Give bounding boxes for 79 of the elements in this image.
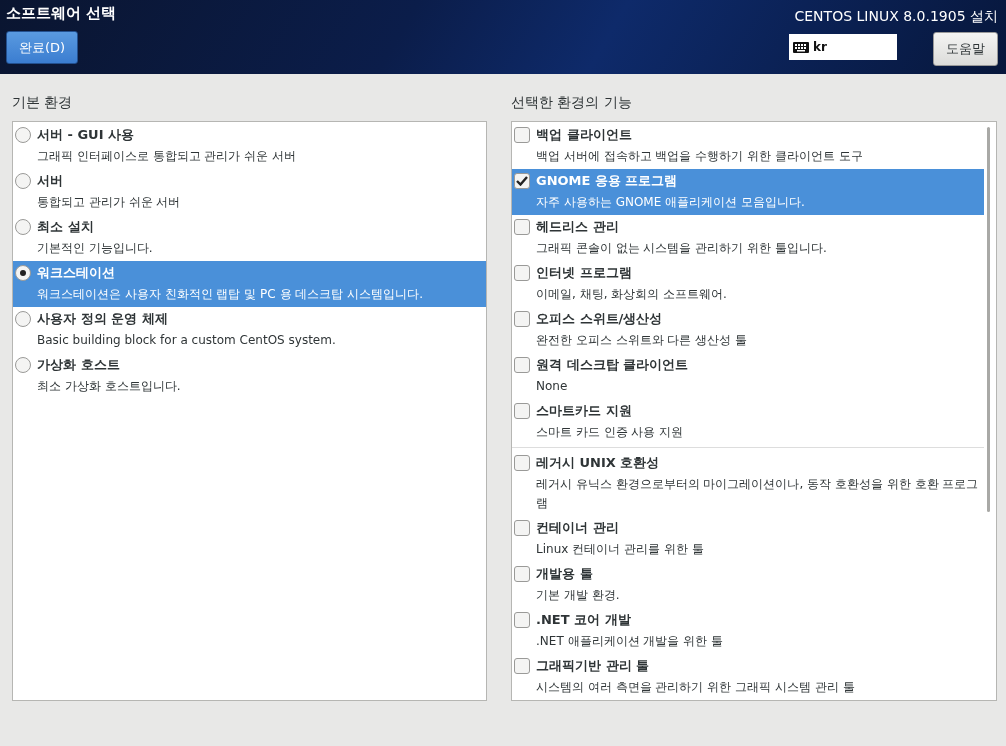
radio-button[interactable] — [15, 173, 31, 189]
keyboard-layout-field[interactable]: kr — [789, 34, 897, 60]
option-description: 최소 가상화 호스트입니다. — [37, 378, 181, 395]
radio-button[interactable] — [15, 219, 31, 235]
option-description: Basic building block for a custom CentOS system. — [37, 332, 336, 349]
addon-option[interactable]: 헤드리스 관리 그래픽 콘솔이 없는 시스템을 관리하기 위한 툴입니다. — [512, 215, 984, 261]
option-title: 워크스테이션 — [37, 264, 116, 282]
addon-option[interactable]: 원격 데스크탑 클라이언트 None — [512, 353, 984, 399]
option-title: 최소 설치 — [37, 218, 95, 236]
checkbox[interactable] — [514, 357, 530, 373]
option-title: 오피스 스위트/생산성 — [536, 310, 664, 328]
keyboard-icon — [793, 41, 809, 53]
checkbox[interactable] — [514, 311, 530, 327]
radio-button[interactable] — [15, 357, 31, 373]
option-title: 원격 데스크탑 클라이언트 — [536, 356, 689, 374]
option-description: 자주 사용하는 GNOME 애플리케이션 모음입니다. — [536, 194, 805, 211]
environment-option[interactable]: 가상화 호스트 최소 가상화 호스트입니다. — [13, 353, 486, 399]
option-description: 기본적인 기능입니다. — [37, 240, 153, 257]
option-title: 헤드리스 관리 — [536, 218, 620, 236]
environment-option[interactable]: 서버 통합되고 관리가 쉬운 서버 — [13, 169, 486, 215]
environment-option[interactable]: 최소 설치 기본적인 기능입니다. — [13, 215, 486, 261]
addon-option[interactable]: 백업 클라이언트 백업 서버에 접속하고 백업을 수행하기 위한 클라이언트 도구 — [512, 123, 984, 169]
option-title: 서버 — [37, 172, 64, 190]
addon-option[interactable]: .NET 코어 개발 .NET 애플리케이션 개발을 위한 툴 — [512, 608, 984, 654]
option-title: 스마트카드 지원 — [536, 402, 633, 420]
checkbox[interactable] — [514, 566, 530, 582]
section-heading: 선택한 환경의 기능 — [511, 94, 633, 112]
checkbox[interactable] — [514, 173, 530, 189]
radio-button[interactable] — [15, 127, 31, 143]
product-title: CENTOS LINUX 8.0.1905 설치 — [794, 8, 998, 26]
addon-option[interactable]: 레거시 UNIX 호환성 레거시 유닉스 환경으로부터의 마이그레이션이나, 동작 호환성을 위한 호환 프로그램 — [512, 451, 984, 516]
option-title: 컨테이너 관리 — [536, 519, 620, 537]
radio-button[interactable] — [15, 311, 31, 327]
checkbox[interactable] — [514, 612, 530, 628]
option-title: 레거시 UNIX 호환성 — [536, 454, 661, 472]
option-description: 그래픽 인터페이스로 통합되고 관리가 쉬운 서버 — [37, 148, 297, 165]
option-title: GNOME 응용 프로그램 — [536, 172, 679, 190]
addon-option[interactable]: 스마트카드 지원 스마트 카드 인증 사용 지원 — [512, 399, 984, 445]
option-title: 가상화 호스트 — [37, 356, 121, 374]
option-description: .NET 애플리케이션 개발을 위한 툴 — [536, 633, 723, 650]
option-description: 백업 서버에 접속하고 백업을 수행하기 위한 클라이언트 도구 — [536, 148, 863, 165]
addon-option[interactable]: 그래픽기반 관리 툴 시스템의 여러 측면을 관리하기 위한 그래픽 시스템 관리 툴 — [512, 654, 984, 699]
radio-button[interactable] — [15, 265, 31, 281]
environment-option[interactable]: 사용자 정의 운영 체제 Basic building block for a custom CentOS system. — [13, 307, 486, 353]
screen-title: 소프트웨어 선택 — [6, 4, 117, 23]
checkbox[interactable] — [514, 403, 530, 419]
section-heading: 기본 환경 — [12, 94, 74, 112]
checkbox[interactable] — [514, 455, 530, 471]
done-button[interactable]: 완료(D) — [6, 31, 79, 64]
option-description: 완전한 오피스 스위트와 다른 생산성 툴 — [536, 332, 748, 349]
addon-option[interactable]: 컨테이너 관리 Linux 컨테이너 관리를 위한 툴 — [512, 516, 984, 562]
help-button[interactable]: 도움말 — [933, 32, 998, 66]
option-title: 그래픽기반 관리 툴 — [536, 657, 651, 675]
option-description: 레거시 유닉스 환경으로부터의 마이그레이션이나, 동작 호환성을 위한 호환 프로그램 — [536, 476, 980, 512]
checkbox[interactable] — [514, 219, 530, 235]
option-description: Linux 컨테이너 관리를 위한 툴 — [536, 541, 704, 558]
option-description: 시스템의 여러 측면을 관리하기 위한 그래픽 시스템 관리 툴 — [536, 679, 855, 696]
option-title: 사용자 정의 운영 체제 — [37, 310, 169, 328]
option-description: None — [536, 378, 569, 395]
option-description: 기본 개발 환경. — [536, 587, 620, 604]
checkbox[interactable] — [514, 127, 530, 143]
addon-option[interactable]: 오피스 스위트/생산성 완전한 오피스 스위트와 다른 생산성 툴 — [512, 307, 984, 353]
addon-option[interactable]: 개발용 툴 기본 개발 환경. — [512, 562, 984, 608]
checkbox[interactable] — [514, 265, 530, 281]
option-description: 그래픽 콘솔이 없는 시스템을 관리하기 위한 툴입니다. — [536, 240, 827, 257]
addon-option[interactable]: 인터넷 프로그램 이메일, 채팅, 화상회의 소프트웨어. — [512, 261, 984, 307]
option-title: .NET 코어 개발 — [536, 611, 632, 629]
option-description: 통합되고 관리가 쉬운 서버 — [37, 194, 181, 211]
option-title: 인터넷 프로그램 — [536, 264, 633, 282]
option-title: 백업 클라이언트 — [536, 126, 633, 144]
option-description: 스마트 카드 인증 사용 지원 — [536, 424, 684, 441]
option-title: 개발용 툴 — [536, 565, 594, 583]
checkbox[interactable] — [514, 520, 530, 536]
option-title: 서버 - GUI 사용 — [37, 126, 136, 144]
environment-option[interactable]: 서버 - GUI 사용 그래픽 인터페이스로 통합되고 관리가 쉬운 서버 — [13, 123, 486, 169]
checkbox[interactable] — [514, 658, 530, 674]
scrollbar-thumb[interactable] — [987, 127, 990, 512]
option-description: 이메일, 채팅, 화상회의 소프트웨어. — [536, 286, 727, 303]
option-description: 워크스테이션은 사용자 친화적인 랩탑 및 PC 용 데스크탑 시스템입니다. — [37, 286, 423, 303]
